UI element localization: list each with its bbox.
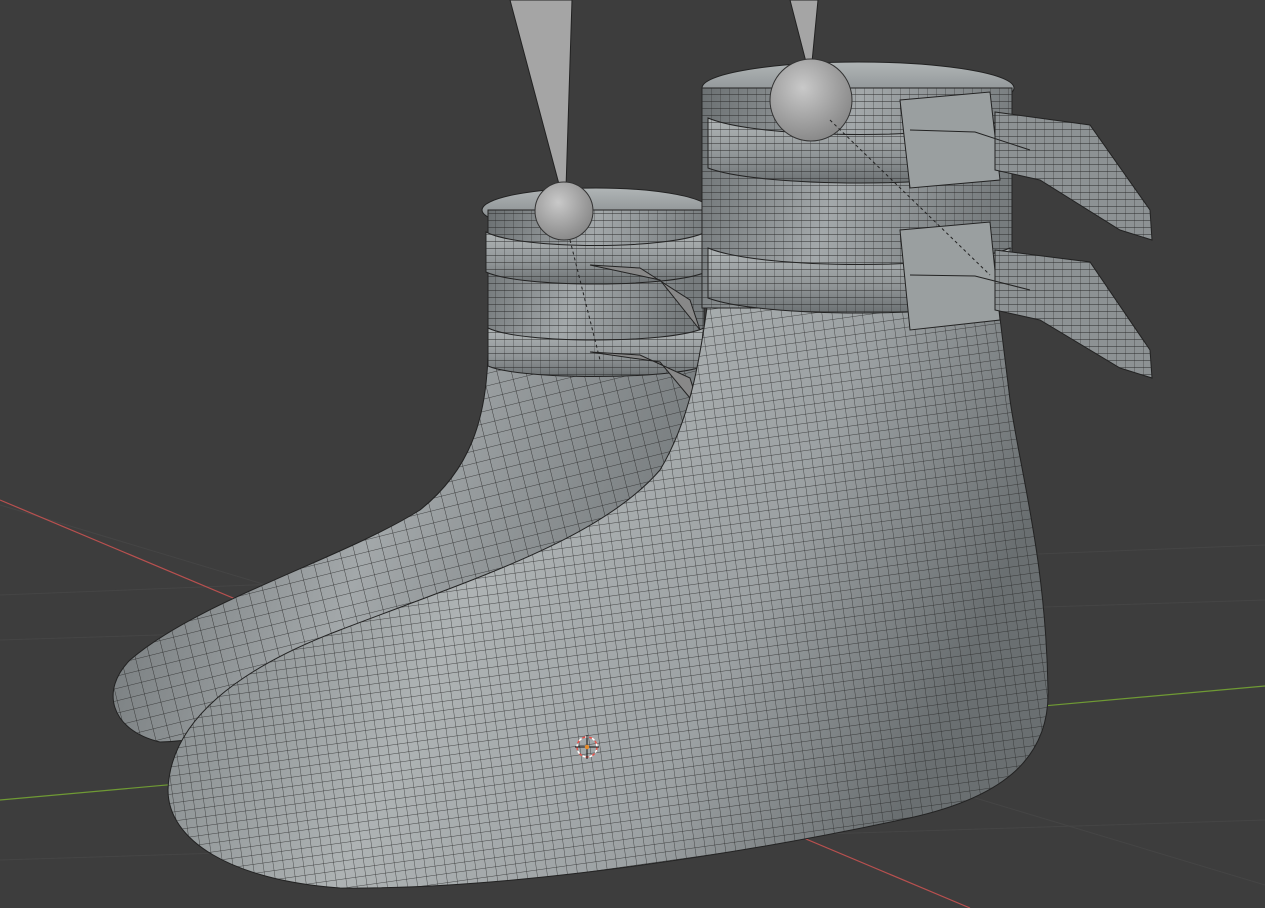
3d-viewport[interactable] [0,0,1265,908]
boot-front[interactable] [167,61,1153,889]
